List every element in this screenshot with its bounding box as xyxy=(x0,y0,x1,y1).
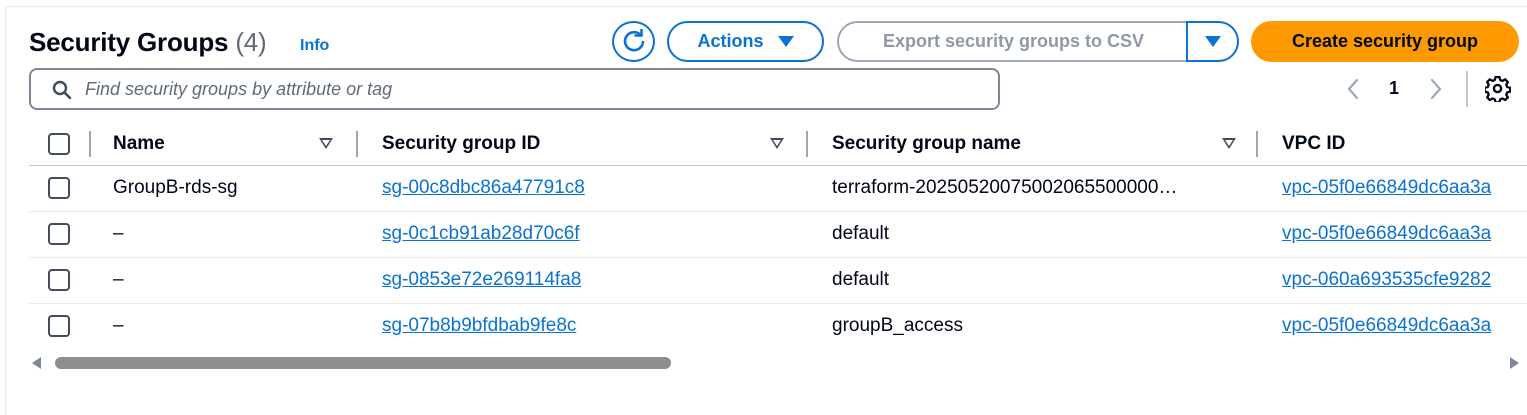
column-divider[interactable] xyxy=(1256,131,1258,157)
cell-vpc-id-link[interactable]: vpc-05f0e66849dc6aa3a xyxy=(1282,223,1491,245)
cell-sg-name: default xyxy=(832,269,890,290)
chevron-left-icon[interactable] xyxy=(1346,78,1360,100)
table-row[interactable]: – sg-0c1cb91ab28d70c6f default vpc-05f0e… xyxy=(29,212,1527,258)
cell-sg-name: default xyxy=(832,223,890,244)
cell-sg-id-link[interactable]: sg-00c8dbc86a47791c8 xyxy=(382,177,585,199)
create-button-label: Create security group xyxy=(1291,31,1479,51)
current-page[interactable]: 1 xyxy=(1385,78,1403,99)
cell-vpc-id-link[interactable]: vpc-05f0e66849dc6aa3a xyxy=(1282,177,1491,199)
caret-down-icon xyxy=(777,36,794,47)
table-header: Name Security group ID Security group na… xyxy=(29,122,1527,166)
column-header-name[interactable]: Name xyxy=(113,133,165,155)
item-count: (4) xyxy=(235,27,267,57)
cell-vpc-id-link[interactable]: vpc-05f0e66849dc6aa3a xyxy=(1282,315,1491,337)
horizontal-scrollbar[interactable] xyxy=(29,352,1519,374)
cell-sg-id-link[interactable]: sg-07b8b9bfdbab9fe8c xyxy=(382,315,576,337)
table-row[interactable]: – sg-0853e72e269114fa8 default vpc-060a6… xyxy=(29,258,1527,304)
column-header-sg-name[interactable]: Security group name xyxy=(832,133,1021,155)
cell-name: – xyxy=(113,223,124,244)
cell-sg-name: groupB_access xyxy=(832,315,963,336)
scroll-right-arrow-icon[interactable] xyxy=(1510,357,1519,369)
cell-sg-id-link[interactable]: sg-0853e72e269114fa8 xyxy=(382,269,581,291)
pager-divider xyxy=(1466,71,1468,107)
column-divider[interactable] xyxy=(806,131,808,157)
info-link[interactable]: Info xyxy=(300,37,329,55)
actions-button[interactable]: Actions xyxy=(667,21,824,62)
cell-sg-id-link[interactable]: sg-0c1cb91ab28d70c6f xyxy=(382,223,580,245)
gear-icon[interactable] xyxy=(1485,76,1511,102)
export-csv-button-label: Export security groups to CSV xyxy=(882,31,1145,51)
sort-icon[interactable] xyxy=(770,138,784,149)
cell-name: GroupB-rds-sg xyxy=(113,177,238,198)
refresh-button[interactable] xyxy=(612,21,655,62)
row-checkbox[interactable] xyxy=(48,269,70,291)
row-checkbox[interactable] xyxy=(48,177,70,199)
scroll-left-arrow-icon[interactable] xyxy=(32,357,41,369)
create-security-group-button[interactable]: Create security group xyxy=(1251,21,1519,62)
table-row[interactable]: – sg-07b8b9bfdbab9fe8c groupB_access vpc… xyxy=(29,304,1527,350)
export-csv-button[interactable]: Export security groups to CSV xyxy=(837,21,1188,62)
cell-name: – xyxy=(113,315,124,336)
table-row[interactable]: GroupB-rds-sg sg-00c8dbc86a47791c8 terra… xyxy=(29,166,1527,212)
select-all-checkbox[interactable] xyxy=(48,133,70,155)
search-icon xyxy=(52,80,72,100)
search-box[interactable] xyxy=(29,68,1000,110)
column-divider[interactable] xyxy=(356,131,358,157)
page-title-text: Security Groups xyxy=(29,27,229,57)
column-divider xyxy=(89,131,91,157)
cell-name: – xyxy=(113,269,124,290)
actions-button-label: Actions xyxy=(697,31,764,51)
row-checkbox[interactable] xyxy=(48,315,70,337)
scrollbar-thumb[interactable] xyxy=(55,357,671,369)
sort-icon[interactable] xyxy=(1222,138,1236,149)
chevron-right-icon[interactable] xyxy=(1429,78,1443,100)
sort-icon[interactable] xyxy=(319,138,333,149)
column-header-vpc-id[interactable]: VPC ID xyxy=(1282,133,1345,155)
column-header-sg-id[interactable]: Security group ID xyxy=(382,133,540,155)
cell-vpc-id-link[interactable]: vpc-060a693535cfe9282 xyxy=(1282,269,1491,291)
caret-down-icon xyxy=(1204,36,1221,47)
search-input[interactable] xyxy=(85,77,965,101)
cell-sg-name: terraform-20250520075002065500000… xyxy=(832,177,1178,198)
row-checkbox[interactable] xyxy=(48,223,70,245)
security-groups-table: Name Security group ID Security group na… xyxy=(29,122,1527,350)
page-title: Security Groups (4) xyxy=(29,27,267,58)
refresh-icon xyxy=(623,28,644,51)
export-dropdown-button[interactable] xyxy=(1186,21,1239,62)
